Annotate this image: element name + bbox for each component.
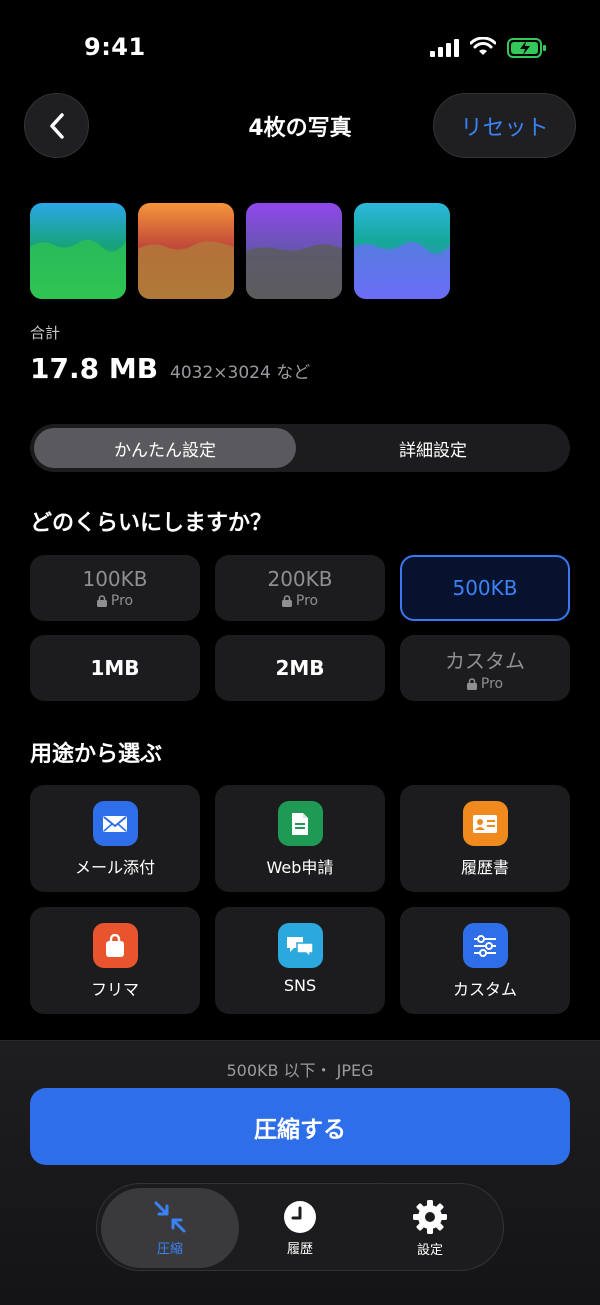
pro-badge: Pro	[466, 675, 504, 692]
size-option-label: 1MB	[90, 656, 140, 680]
tab-label: 設定	[416, 1242, 443, 1258]
output-format-note: 500KB 以下・ JPEG	[226, 1061, 374, 1080]
tab-history[interactable]: 履歴	[231, 1188, 369, 1268]
segment-detail[interactable]: 詳細設定	[300, 428, 566, 468]
photo-thumbnail[interactable]	[30, 203, 126, 299]
clock-icon	[284, 1200, 316, 1233]
photo-thumbnail[interactable]	[246, 203, 342, 299]
mode-segmented-control: かんたん設定 詳細設定	[30, 424, 570, 472]
document-icon	[277, 801, 323, 846]
status-time: 9:41	[84, 33, 146, 61]
purpose-label: フリマ	[90, 980, 139, 999]
lock-icon	[96, 595, 107, 607]
gear-icon	[413, 1199, 447, 1234]
purpose-custom[interactable]: カスタム	[400, 907, 570, 1014]
size-option-1mb[interactable]: 1MB	[30, 635, 200, 701]
photo-image	[354, 203, 450, 299]
purpose-section-title: 用途から選ぶ	[30, 742, 163, 767]
battery-charging-icon	[507, 38, 546, 58]
tab-label: 圧縮	[156, 1241, 183, 1257]
size-section-title: どのくらいにしますか？	[30, 511, 273, 536]
sliders-icon	[462, 923, 508, 968]
lock-icon	[281, 595, 292, 607]
purpose-label: SNS	[283, 976, 317, 995]
tab-compress[interactable]: 圧縮	[101, 1188, 239, 1268]
status-bar: 9:41	[0, 0, 600, 95]
shopping-bag-icon	[92, 923, 138, 968]
pro-badge: Pro	[281, 593, 319, 609]
tab-label: 履歴	[286, 1241, 313, 1257]
photo-image	[30, 203, 126, 299]
photo-image	[138, 203, 234, 299]
total-row: 17.8 MB 4032×3024 など	[30, 352, 310, 385]
photo-thumbnail[interactable]	[354, 203, 450, 299]
size-option-100kb[interactable]: 100KB Pro	[30, 555, 200, 621]
size-option-500kb[interactable]: 500KB	[400, 555, 570, 621]
tab-settings[interactable]: 設定	[361, 1188, 499, 1268]
purpose-web-application[interactable]: Web申請	[215, 785, 385, 892]
pro-label: Pro	[480, 675, 504, 692]
compress-arrows-icon	[154, 1201, 186, 1232]
wifi-icon	[470, 37, 496, 55]
photo-thumbnail[interactable]	[138, 203, 234, 299]
purpose-label: カスタム	[452, 980, 517, 999]
purpose-mail[interactable]: メール添付	[30, 785, 200, 892]
purpose-label: メール添付	[74, 858, 155, 877]
purpose-label: Web申請	[266, 858, 334, 877]
mail-icon	[92, 801, 138, 846]
total-size: 17.8 MB	[30, 352, 159, 385]
reset-button[interactable]: リセット	[433, 93, 576, 158]
tab-bar: 圧縮 履歴 設定	[96, 1183, 504, 1271]
purpose-resume[interactable]: 履歴書	[400, 785, 570, 892]
chat-bubbles-icon	[277, 923, 323, 968]
size-option-label: 2MB	[275, 656, 325, 680]
segment-simple[interactable]: かんたん設定	[34, 428, 296, 468]
purpose-label: 履歴書	[460, 858, 509, 877]
pro-label: Pro	[295, 593, 319, 609]
pro-label: Pro	[110, 593, 134, 609]
size-option-2mb[interactable]: 2MB	[215, 635, 385, 701]
size-option-label: 100KB	[82, 567, 148, 591]
cellular-signal-icon	[430, 39, 459, 57]
size-option-200kb[interactable]: 200KB Pro	[215, 555, 385, 621]
resolution-detail: 4032×3024 など	[170, 363, 311, 383]
purpose-sns[interactable]: SNS	[215, 907, 385, 1014]
photo-thumbnails	[30, 203, 450, 299]
lock-icon	[466, 677, 477, 690]
size-option-custom[interactable]: カスタム Pro	[400, 635, 570, 701]
size-option-label: カスタム	[445, 648, 525, 673]
pro-badge: Pro	[96, 593, 134, 609]
total-label: 合計	[30, 324, 61, 342]
id-card-icon	[462, 801, 508, 846]
size-option-label: 500KB	[452, 576, 518, 600]
photo-image	[246, 203, 342, 299]
size-option-label: 200KB	[267, 567, 333, 591]
purpose-flea-market[interactable]: フリマ	[30, 907, 200, 1014]
compress-button[interactable]: 圧縮する	[30, 1088, 570, 1165]
